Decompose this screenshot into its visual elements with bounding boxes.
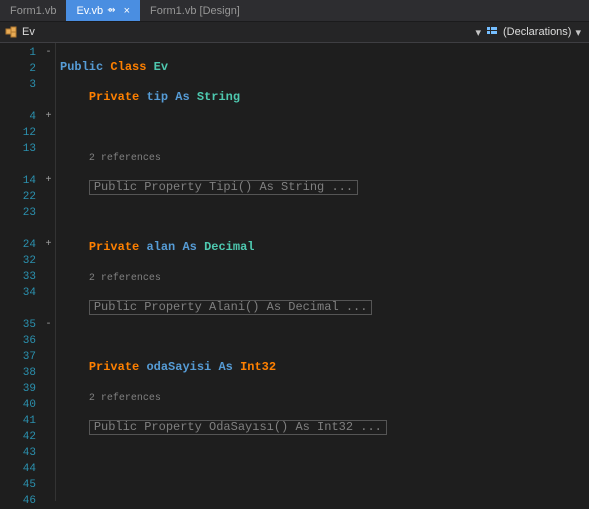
collapsed-region[interactable]: Public Property OdaSayısı() As Int32 ... <box>89 420 387 435</box>
fold-toggle[interactable]: + <box>42 109 55 125</box>
var-name: alan <box>146 240 175 254</box>
codelens-references[interactable]: 2 references <box>89 153 161 164</box>
line-number: 36 <box>0 333 42 349</box>
line-number: 41 <box>0 413 42 429</box>
kw-as: As <box>175 90 189 104</box>
scope-label: (Declarations) <box>503 26 571 38</box>
tab-form1-design[interactable]: Form1.vb [Design] <box>140 0 250 21</box>
line-number <box>0 301 42 317</box>
tab-form1[interactable]: Form1.vb <box>0 0 66 21</box>
kw-public: Public <box>60 60 103 74</box>
line-number <box>0 93 42 109</box>
line-number: 38 <box>0 365 42 381</box>
kw-as: As <box>182 240 196 254</box>
var-name: odaSayisi <box>146 360 211 374</box>
line-number: 4 <box>0 109 42 125</box>
kw-private: Private <box>89 90 139 104</box>
line-number: 22 <box>0 189 42 205</box>
scope-selector[interactable]: (Declarations) <box>485 25 571 39</box>
line-number: 1 <box>0 45 42 61</box>
line-number: 45 <box>0 477 42 493</box>
tab-bar: Form1.vb Ev.vb ⇴ × Form1.vb [Design] <box>0 0 589 22</box>
line-number: 37 <box>0 349 42 365</box>
fold-toggle[interactable]: + <box>42 173 55 189</box>
type: Int32 <box>240 360 276 374</box>
class-selector[interactable]: Ev <box>4 25 35 39</box>
line-number: 3 <box>0 77 42 93</box>
kw-as: As <box>218 360 232 374</box>
var-name: tip <box>146 90 168 104</box>
collapsed-region[interactable]: Public Property Alani() As Decimal ... <box>89 300 373 315</box>
code-area[interactable]: Public Class Ev Private tip As String 2 … <box>56 43 589 501</box>
tab-ev[interactable]: Ev.vb ⇴ × <box>66 0 140 21</box>
line-number <box>0 221 42 237</box>
declarations-icon <box>485 25 499 39</box>
tab-label: Form1.vb [Design] <box>150 5 240 17</box>
codelens-references[interactable]: 2 references <box>89 273 161 284</box>
kw-private: Private <box>89 240 139 254</box>
tab-label: Ev.vb <box>76 5 103 17</box>
line-number: 34 <box>0 285 42 301</box>
fold-toggle[interactable]: - <box>42 45 55 61</box>
line-number: 39 <box>0 381 42 397</box>
line-number: 14 <box>0 173 42 189</box>
line-gutter: 1 2 3 4 12 13 14 22 23 24 32 33 34 35 36… <box>0 43 42 501</box>
line-number: 24 <box>0 237 42 253</box>
line-number: 33 <box>0 269 42 285</box>
line-number: 13 <box>0 141 42 157</box>
tab-label: Form1.vb <box>10 5 56 17</box>
collapsed-region[interactable]: Public Property Tipi() As String ... <box>89 180 358 195</box>
line-number: 2 <box>0 61 42 77</box>
line-number: 44 <box>0 461 42 477</box>
line-number: 12 <box>0 125 42 141</box>
line-number <box>0 157 42 173</box>
outline-gutter: - + + + - <box>42 43 56 501</box>
line-number: 23 <box>0 205 42 221</box>
line-number: 43 <box>0 445 42 461</box>
type: String <box>197 90 240 104</box>
line-number: 46 <box>0 493 42 509</box>
dropdown-icon[interactable]: ▾ <box>571 26 585 39</box>
kw-private: Private <box>89 360 139 374</box>
fold-toggle[interactable]: - <box>42 317 55 333</box>
dropdown-icon[interactable]: ▾ <box>471 26 485 39</box>
type: Decimal <box>204 240 254 254</box>
kw-class: Class <box>110 60 146 74</box>
editor: 1 2 3 4 12 13 14 22 23 24 32 33 34 35 36… <box>0 43 589 501</box>
line-number: 40 <box>0 397 42 413</box>
class-name: Ev <box>154 60 168 74</box>
fold-toggle[interactable]: + <box>42 237 55 253</box>
line-number: 35 <box>0 317 42 333</box>
line-number: 42 <box>0 429 42 445</box>
line-number: 32 <box>0 253 42 269</box>
class-icon <box>4 25 18 39</box>
navigation-bar: Ev ▾ (Declarations) ▾ <box>0 22 589 43</box>
pin-icon[interactable]: ⇴ <box>107 5 115 16</box>
codelens-references[interactable]: 2 references <box>89 393 161 404</box>
close-icon[interactable]: × <box>124 5 130 17</box>
class-label: Ev <box>22 26 35 38</box>
